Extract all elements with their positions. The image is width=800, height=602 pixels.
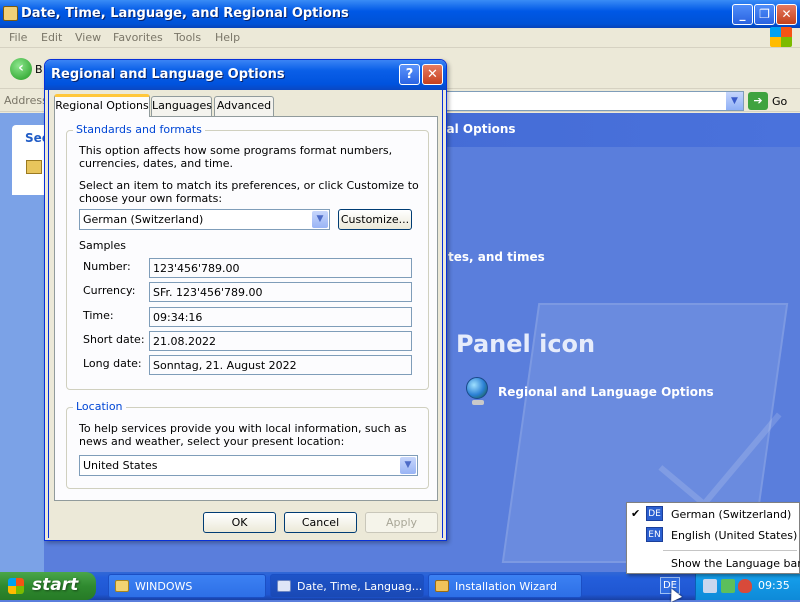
- taskbar-item-label: WINDOWS: [135, 580, 193, 593]
- show-language-bar-item[interactable]: Show the Language bar: [627, 553, 800, 573]
- shield-icon[interactable]: [738, 579, 752, 593]
- tab-regional-options[interactable]: Regional Options: [54, 94, 150, 117]
- menu-edit[interactable]: Edit: [41, 31, 62, 44]
- taskbar-item-windows[interactable]: WINDOWS: [108, 574, 266, 598]
- language-menu: ✔ DE German (Switzerland) EN English (Un…: [626, 502, 800, 574]
- language-code-badge: EN: [646, 527, 663, 542]
- panel-icon-heading: Panel icon: [456, 330, 596, 358]
- location-select[interactable]: United States ▼: [79, 455, 418, 476]
- explorer-title: Date, Time, Language, and Regional Optio…: [21, 6, 349, 21]
- format-select-value: German (Switzerland): [83, 213, 204, 226]
- windows-logo-icon: [770, 27, 792, 47]
- sample-long-date-label: Long date:: [83, 357, 142, 370]
- network-icon[interactable]: [703, 579, 717, 593]
- taskbar-item-installation-wizard[interactable]: Installation Wizard: [428, 574, 582, 598]
- menu-bar: File Edit View Favorites Tools Help: [0, 28, 800, 48]
- language-menu-item-english[interactable]: EN English (United States): [627, 525, 799, 545]
- sample-number-label: Number:: [83, 260, 131, 273]
- standards-legend: Standards and formats: [73, 123, 205, 136]
- taskbar-item-label: Date, Time, Languag...: [297, 580, 423, 593]
- language-code-badge: DE: [646, 506, 663, 521]
- go-button-label[interactable]: Go: [772, 95, 787, 108]
- address-label: Address: [4, 94, 48, 107]
- menu-favorites[interactable]: Favorites: [113, 31, 163, 44]
- standards-group: Standards and formats This option affect…: [66, 123, 429, 390]
- folder-icon: [115, 580, 129, 592]
- help-button[interactable]: ?: [399, 64, 420, 85]
- sample-currency-field: SFr. 123'456'789.00: [149, 282, 412, 302]
- taskbar-item-control-panel[interactable]: Date, Time, Languag...: [270, 574, 424, 598]
- checkmark-icon: ✔: [631, 507, 641, 520]
- folder-icon[interactable]: [26, 160, 42, 174]
- format-select[interactable]: German (Switzerland) ▼: [79, 209, 330, 230]
- tab-advanced[interactable]: Advanced: [214, 96, 274, 116]
- system-tray: 09:35: [695, 572, 800, 600]
- start-label: start: [32, 575, 79, 595]
- sample-currency-label: Currency:: [83, 284, 136, 297]
- language-menu-label: English (United States): [671, 529, 798, 542]
- back-button-label[interactable]: B: [35, 63, 43, 76]
- regional-options-dialog: Regional and Language Options ? ✕ Region…: [44, 59, 447, 541]
- tab-languages[interactable]: Languages: [151, 96, 212, 116]
- regional-options-link[interactable]: Regional and Language Options: [498, 385, 714, 399]
- sample-long-date-field: Sonntag, 21. August 2022: [149, 355, 412, 375]
- show-language-bar-label: Show the Language bar: [671, 557, 800, 570]
- menu-view[interactable]: View: [75, 31, 101, 44]
- minimize-button[interactable]: _: [732, 4, 753, 25]
- explorer-close-button[interactable]: ✕: [776, 4, 797, 25]
- language-menu-label: German (Switzerland): [671, 508, 792, 521]
- start-button[interactable]: start: [0, 572, 96, 600]
- explorer-title-bar[interactable]: Date, Time, Language, and Regional Optio…: [0, 0, 800, 28]
- maximize-button[interactable]: ❐: [754, 4, 775, 25]
- menu-help[interactable]: Help: [215, 31, 240, 44]
- sample-time-field: 09:34:16: [149, 307, 412, 327]
- menu-separator: [663, 550, 797, 551]
- cancel-button[interactable]: Cancel: [284, 512, 357, 533]
- select-instructions: Select an item to match its preferences,…: [79, 179, 419, 205]
- sample-short-date-field: 21.08.2022: [149, 331, 412, 351]
- globe-stand-icon: [472, 400, 484, 405]
- location-legend: Location: [73, 400, 126, 413]
- samples-label: Samples: [79, 239, 126, 252]
- security-center-icon[interactable]: [721, 579, 735, 593]
- globe-icon[interactable]: [466, 377, 488, 399]
- ok-button[interactable]: OK: [203, 512, 276, 533]
- location-group: Location To help services provide you wi…: [66, 400, 429, 489]
- task-link[interactable]: tes, and times: [448, 250, 545, 264]
- chevron-down-icon[interactable]: ▼: [400, 457, 416, 474]
- dialog-close-button[interactable]: ✕: [422, 64, 443, 85]
- sample-number-field: 123'456'789.00: [149, 258, 412, 278]
- menu-tools[interactable]: Tools: [174, 31, 201, 44]
- tab-panel: Standards and formats This option affect…: [54, 116, 438, 501]
- control-panel-icon: [277, 580, 291, 592]
- menu-file[interactable]: File: [9, 31, 27, 44]
- sample-short-date-label: Short date:: [83, 333, 145, 346]
- location-select-value: United States: [83, 459, 158, 472]
- go-arrow-icon[interactable]: ➔: [748, 92, 768, 110]
- windows-logo-icon: [8, 578, 24, 594]
- content-header-text: nal Options: [438, 122, 516, 136]
- wizard-icon: [435, 580, 449, 592]
- dialog-title-bar[interactable]: Regional and Language Options ? ✕: [45, 60, 446, 90]
- chevron-down-icon[interactable]: ▼: [726, 92, 743, 110]
- back-arrow-icon[interactable]: ‹: [10, 58, 32, 80]
- apply-button[interactable]: Apply: [365, 512, 438, 533]
- address-input[interactable]: ▼: [444, 91, 744, 111]
- dialog-title: Regional and Language Options: [51, 67, 285, 82]
- location-description: To help services provide you with local …: [79, 422, 407, 448]
- taskbar-item-label: Installation Wizard: [455, 580, 557, 593]
- control-panel-icon: [3, 6, 18, 21]
- standards-description: This option affects how some programs fo…: [79, 144, 393, 170]
- customize-button[interactable]: Customize...: [338, 209, 412, 230]
- clock[interactable]: 09:35: [758, 579, 790, 592]
- sample-time-label: Time:: [83, 309, 114, 322]
- task-pane: [0, 113, 52, 572]
- chevron-down-icon[interactable]: ▼: [312, 211, 328, 228]
- language-menu-item-german[interactable]: ✔ DE German (Switzerland): [627, 504, 799, 524]
